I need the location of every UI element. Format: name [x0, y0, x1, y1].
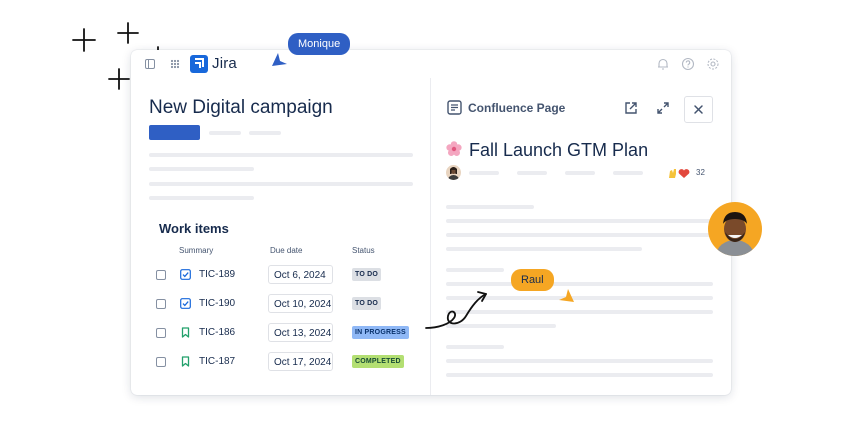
curl-arrow-icon — [425, 291, 487, 329]
author-avatar[interactable] — [446, 165, 461, 180]
cursor-arrow-icon — [559, 289, 574, 302]
expand-icon[interactable] — [656, 101, 670, 115]
placeholder-line — [517, 171, 547, 175]
row-checkbox[interactable] — [156, 328, 166, 338]
work-item-key[interactable]: TIC-189 — [199, 269, 235, 280]
panel-divider — [430, 78, 431, 395]
due-date-field[interactable]: Oct 13, 2024 — [268, 323, 333, 342]
placeholder-line — [446, 233, 713, 237]
status-badge[interactable]: COMPLETED — [352, 355, 404, 368]
work-items-heading: Work items — [159, 221, 229, 236]
placeholder-line — [149, 196, 254, 200]
cursor-arrow-icon — [272, 53, 287, 66]
confluence-page-label: Confluence Page — [468, 101, 566, 115]
placeholder-line — [446, 219, 713, 223]
placeholder-line — [446, 247, 642, 251]
reaction-count: 32 — [696, 168, 705, 177]
close-button[interactable] — [684, 96, 713, 123]
reactions-icon[interactable] — [667, 166, 691, 179]
placeholder-line — [446, 268, 504, 272]
table-row[interactable]: TIC-190 Oct 10, 2024 TO DO — [131, 293, 430, 315]
placeholder-line — [565, 171, 595, 175]
placeholder-line — [469, 171, 499, 175]
row-checkbox[interactable] — [156, 357, 166, 367]
work-item-key[interactable]: TIC-187 — [199, 356, 235, 367]
status-badge[interactable]: IN PROGRESS — [352, 326, 409, 339]
story-bookmark-icon — [181, 356, 190, 367]
work-item-key[interactable]: TIC-190 — [199, 298, 235, 309]
column-header-due-date: Due date — [270, 246, 303, 255]
settings-icon[interactable] — [706, 57, 720, 71]
due-date-field[interactable]: Oct 6, 2024 — [268, 265, 333, 284]
document-title: Fall Launch GTM Plan — [469, 140, 649, 160]
placeholder-line — [149, 167, 254, 171]
sidebar-toggle-icon[interactable] — [145, 59, 155, 69]
flower-emoji-icon — [446, 141, 462, 156]
sparkle-icon — [117, 22, 139, 44]
column-header-summary: Summary — [179, 246, 214, 255]
help-icon[interactable] — [681, 57, 695, 71]
table-row[interactable]: TIC-189 Oct 6, 2024 TO DO — [131, 264, 430, 286]
jira-window: Jira New Digital campaign Work items Sum… — [131, 50, 731, 395]
due-date-field[interactable]: Oct 10, 2024 — [268, 294, 333, 313]
status-badge[interactable]: TO DO — [352, 268, 382, 281]
row-checkbox[interactable] — [156, 299, 166, 309]
apps-grid-icon[interactable] — [170, 59, 180, 69]
story-bookmark-icon — [181, 327, 190, 338]
placeholder-line — [446, 345, 504, 349]
placeholder-line — [209, 131, 241, 135]
issue-title: New Digital campaign — [149, 97, 333, 118]
top-navigation-bar: Jira — [131, 50, 731, 78]
table-row[interactable]: TIC-186 Oct 13, 2024 IN PROGRESS — [131, 322, 430, 344]
sparkle-icon — [108, 68, 130, 90]
status-button[interactable] — [149, 125, 200, 140]
placeholder-line — [249, 131, 281, 135]
close-icon — [694, 105, 703, 114]
sparkle-icon — [72, 28, 96, 52]
placeholder-line — [446, 359, 713, 363]
due-date-field[interactable]: Oct 17, 2024 — [268, 352, 333, 371]
placeholder-line — [446, 205, 534, 209]
notifications-icon[interactable] — [656, 57, 670, 71]
confluence-page-icon — [447, 100, 462, 115]
app-name: Jira — [212, 55, 237, 72]
task-type-icon — [180, 269, 191, 280]
placeholder-line — [446, 373, 713, 377]
collaborator-avatar[interactable] — [708, 202, 762, 256]
placeholder-line — [149, 182, 413, 186]
column-header-status: Status — [352, 246, 375, 255]
placeholder-line — [149, 153, 413, 157]
collaborator-tag-raul: Raul — [511, 269, 554, 291]
placeholder-line — [613, 171, 643, 175]
table-row[interactable]: TIC-187 Oct 17, 2024 COMPLETED — [131, 351, 430, 373]
open-external-icon[interactable] — [624, 101, 638, 115]
work-item-key[interactable]: TIC-186 — [199, 327, 235, 338]
collaborator-tag-monique: Monique — [288, 33, 351, 55]
jira-logo-icon[interactable] — [190, 55, 208, 73]
task-type-icon — [180, 298, 191, 309]
row-checkbox[interactable] — [156, 270, 166, 280]
status-badge[interactable]: TO DO — [352, 297, 382, 310]
